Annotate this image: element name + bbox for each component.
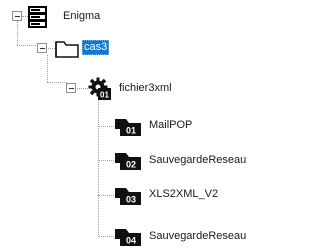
collapse-toggle[interactable] [12, 11, 22, 21]
badge-text: 04 [126, 236, 136, 246]
tree-connector [98, 98, 99, 237]
tree-connector [98, 236, 114, 237]
tree-connector [98, 195, 114, 196]
node-label[interactable]: SauvegardeReseau [147, 229, 248, 244]
collapse-toggle[interactable] [37, 43, 47, 53]
task-icon: 01 [115, 119, 141, 136]
gear-file-icon: 01 [88, 77, 111, 100]
node-label[interactable]: XLS2XML_V2 [147, 187, 220, 202]
collapse-toggle[interactable] [66, 83, 76, 93]
tree-connector [98, 160, 114, 161]
node-label[interactable]: Enigma [61, 9, 102, 24]
tree-connector [17, 21, 18, 45]
tree-connector [47, 82, 67, 83]
badge-text: 01 [100, 91, 109, 100]
tree-view: Enigma cas3 01 fichier3xml 01 MailPOP 02… [0, 0, 315, 250]
task-icon: 04 [115, 229, 141, 246]
tree-connector [47, 55, 48, 82]
badge-text: 03 [126, 195, 136, 205]
task-icon: 02 [115, 153, 141, 170]
node-label[interactable]: cas3 [82, 40, 110, 55]
node-label[interactable]: fichier3xml [117, 81, 174, 96]
node-label[interactable]: SauvegardeReseau [147, 153, 248, 168]
badge-text: 02 [126, 160, 136, 170]
node-label[interactable]: MailPOP [147, 118, 194, 133]
tree-connector [98, 126, 114, 127]
folder-icon [55, 41, 79, 58]
server-icon [28, 6, 47, 28]
task-icon: 03 [115, 188, 141, 205]
badge-text: 01 [126, 126, 136, 136]
